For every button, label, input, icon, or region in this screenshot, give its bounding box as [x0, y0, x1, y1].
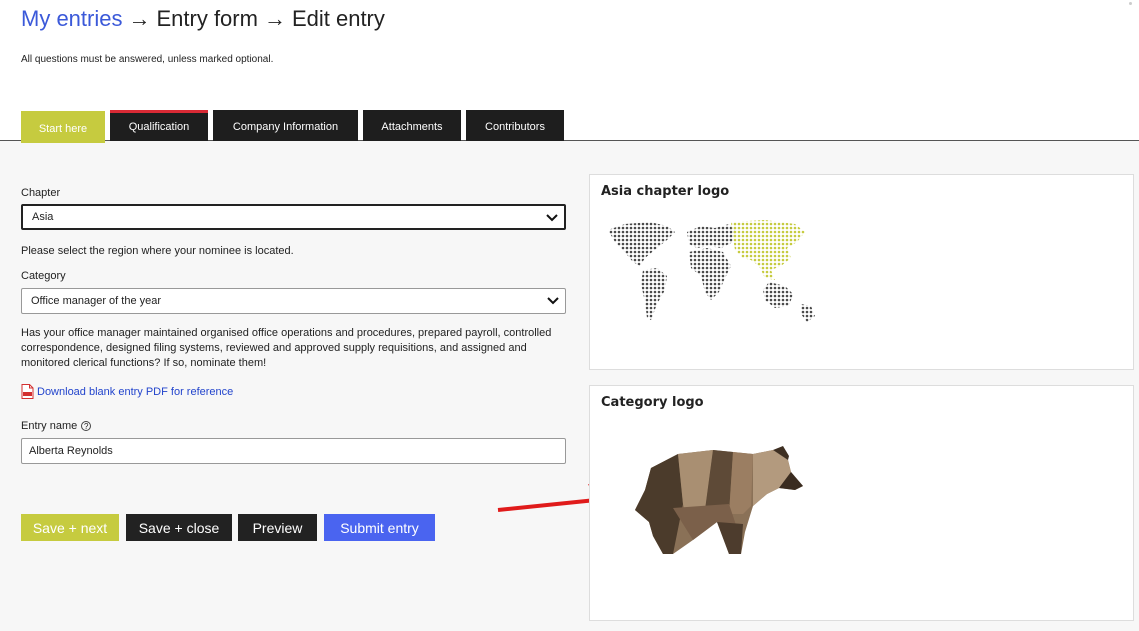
- category-logo-panel: Category logo: [589, 385, 1134, 621]
- chapter-select-value: Asia: [32, 211, 54, 223]
- tab-start-here[interactable]: Start here: [21, 111, 105, 143]
- category-help-text: Has your office manager maintained organ…: [21, 327, 552, 369]
- decorative-dot: [1129, 2, 1132, 5]
- bear-logo: [635, 446, 803, 554]
- page-title: Edit entry: [291, 6, 385, 31]
- entry-name-input[interactable]: Alberta Reynolds: [21, 438, 566, 464]
- chapter-help-text: Please select the region where your nomi…: [21, 245, 294, 257]
- question-circle-icon[interactable]: ?: [81, 421, 92, 431]
- category-select-value: Office manager of the year: [31, 295, 162, 307]
- breadcrumb-entry-form: Entry form: [156, 6, 258, 31]
- page-header: My entries → Entry form → Edit entry All…: [0, 0, 1139, 143]
- category-logo-title: Category logo: [601, 395, 704, 410]
- chevron-down-icon: [547, 297, 559, 305]
- tab-attachments[interactable]: Attachments: [363, 110, 461, 141]
- chevron-down-icon: [546, 214, 558, 222]
- chapter-logo-title: Asia chapter logo: [601, 184, 730, 199]
- pdf-file-icon: [21, 384, 34, 399]
- tab-qualification[interactable]: Qualification: [110, 110, 208, 141]
- entry-name-label-text: Entry name: [21, 420, 78, 432]
- tab-contributors[interactable]: Contributors: [466, 110, 564, 141]
- intro-text: All questions must be answered, unless m…: [21, 54, 274, 65]
- chapter-label: Chapter: [21, 187, 61, 199]
- breadcrumb: My entries → Entry form → Edit entry: [21, 6, 385, 32]
- category-select[interactable]: Office manager of the year: [21, 288, 566, 314]
- preview-button[interactable]: Preview: [238, 514, 317, 541]
- entry-name-label: Entry name ?: [21, 420, 92, 432]
- save-next-button[interactable]: Save + next: [21, 514, 119, 541]
- breadcrumb-my-entries-link[interactable]: My entries: [21, 6, 122, 32]
- submit-entry-button[interactable]: Submit entry: [324, 514, 435, 541]
- category-label: Category: [21, 270, 66, 282]
- download-pdf-link[interactable]: Download blank entry PDF for reference: [21, 384, 233, 399]
- tab-bar: Start here Qualification Company Informa…: [21, 109, 564, 143]
- tab-company-information[interactable]: Company Information: [213, 110, 358, 141]
- chapter-select[interactable]: Asia: [21, 204, 566, 230]
- chapter-logo-panel: Asia chapter logo: [589, 174, 1134, 370]
- breadcrumb-separator-icon: →: [263, 6, 286, 31]
- breadcrumb-separator-icon: →: [128, 6, 151, 31]
- world-map-logo: [608, 220, 815, 322]
- download-pdf-link-label: Download blank entry PDF for reference: [37, 385, 234, 398]
- save-close-button[interactable]: Save + close: [126, 514, 232, 541]
